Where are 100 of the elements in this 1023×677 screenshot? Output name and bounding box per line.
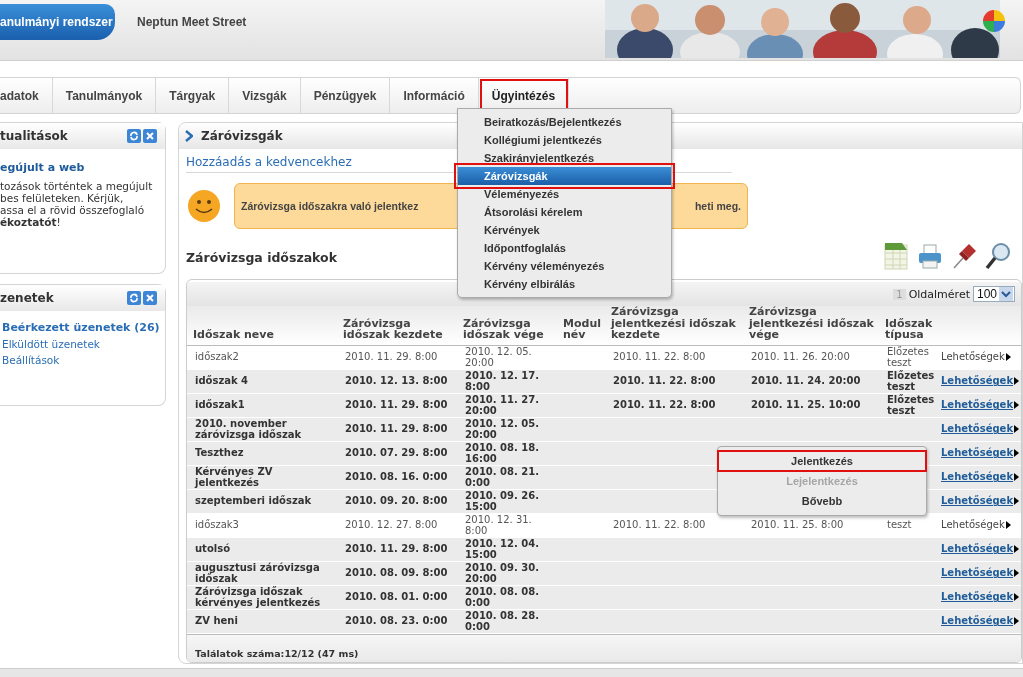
table-cell: 2010. 11. 29. 8:00: [345, 399, 448, 411]
search-icon[interactable]: [984, 241, 1012, 271]
menu-item[interactable]: Véleményezés: [458, 185, 671, 203]
news-text: ékoztatót!: [0, 216, 62, 228]
refresh-icon[interactable]: [127, 129, 141, 143]
close-icon[interactable]: [143, 129, 157, 143]
panel-title: tualitások: [0, 129, 68, 143]
message-link[interactable]: Elküldött üzenetek: [2, 338, 165, 350]
color-wheel-icon[interactable]: [982, 9, 1006, 33]
caret-icon: [1005, 353, 1011, 361]
caret-icon: [1014, 617, 1020, 625]
page-title: Záróvizsgák: [201, 129, 283, 144]
menu-item[interactable]: Kollégiumi jelentkezés: [458, 131, 671, 149]
nav-tab[interactable]: Tanulmányok: [52, 78, 157, 113]
table-cell: augusztusi záróvizsga időszak: [195, 561, 320, 584]
caret-icon: [1005, 521, 1011, 529]
caret-icon: [1014, 401, 1020, 409]
nav-tab[interactable]: Vizsgák: [229, 78, 301, 113]
spreadsheet-icon[interactable]: [882, 241, 910, 271]
table-cell: teszt: [887, 519, 912, 531]
table-cell: 2010. 11. 29. 8:00: [345, 351, 438, 363]
context-menu-item[interactable]: Bővebb: [718, 491, 926, 511]
caret-icon: [1014, 425, 1020, 433]
table-cell: 2010. 09. 20. 8:00: [345, 495, 448, 507]
context-menu-item[interactable]: Jelentkezés: [718, 451, 926, 471]
table-cell: 2010. 08. 28. 0:00: [465, 609, 540, 632]
table-cell: Záróvizsga időszak kérvényes jelentkezés: [195, 585, 321, 608]
result-count: Találatok száma:12/12 (47 ms): [195, 648, 359, 659]
table-cell: 2010. november záróvizsga időszak: [195, 417, 302, 440]
table-cell: 2010. 11. 29. 8:00: [345, 543, 448, 555]
column-header: Záróvizsga jelentkezési időszak vége: [743, 306, 879, 345]
smiley-icon: [186, 187, 222, 224]
table-cell: Előzetes teszt: [887, 369, 935, 392]
column-header: Záróvizsga időszak kezdete: [337, 306, 457, 345]
message-link[interactable]: Beérkezett üzenetek (26): [2, 321, 165, 334]
table-cell: időszak 4: [195, 375, 249, 387]
table-cell: 2010. 11. 29. 8:00: [345, 423, 448, 435]
table-cell: ZV heni: [195, 615, 238, 627]
table-cell: 2010. 08. 08. 0:00: [465, 585, 540, 608]
nav-tab[interactable]: Tárgyak: [156, 78, 230, 113]
menu-item[interactable]: Kérvények: [458, 221, 671, 239]
table-cell: 2010. 07. 29. 8:00: [345, 447, 448, 459]
news-headline[interactable]: egújult a web: [0, 161, 165, 174]
table-cell: 2010. 08. 18. 16:00: [465, 441, 540, 464]
site-name: Neptun Meet Street: [137, 15, 247, 29]
section-title: Záróvizsga időszakok: [186, 250, 337, 265]
table-cell: 2010. 12. 05. 20:00: [465, 417, 540, 440]
caret-icon: [1014, 497, 1020, 505]
table-cell: 2010. 11. 22. 8:00: [613, 399, 716, 411]
table-cell: 2010. 11. 27. 20:00: [465, 393, 540, 416]
refresh-icon[interactable]: [127, 291, 141, 305]
table-cell: 2010. 12. 13. 8:00: [345, 375, 448, 387]
column-header: Modul név: [557, 306, 605, 345]
menu-item[interactable]: Kérvény véleményezés: [458, 257, 671, 275]
notice-text: heti meg.: [694, 199, 741, 212]
table-cell: Előzetes teszt: [887, 393, 935, 416]
table-cell: 2010. 11. 25. 8:00: [751, 519, 844, 531]
menu-item[interactable]: Beiratkozás/Bejelentkezés: [458, 113, 671, 131]
table-cell: 2010. 12. 27. 8:00: [345, 519, 438, 531]
table-cell: 2010. 12. 05. 20:00: [465, 345, 532, 368]
table-cell: időszak2: [195, 351, 239, 363]
notice-text: Záróvizsga időszakra való jelentkez: [241, 199, 419, 212]
message-link[interactable]: Beállítások: [2, 354, 165, 366]
dropdown-icon: [999, 287, 1013, 301]
printer-icon[interactable]: [916, 241, 944, 271]
menu-item[interactable]: Kérvény elbirálás: [458, 275, 671, 293]
table-cell: 2010. 08. 01. 0:00: [345, 591, 448, 603]
table-cell: 2010. 11. 22. 8:00: [613, 351, 706, 363]
close-icon[interactable]: [143, 291, 157, 305]
chevron-icon: [185, 130, 193, 143]
column-header: Időszak típusa: [879, 306, 939, 345]
table-cell: 2010. 11. 22. 8:00: [613, 519, 706, 531]
page-size-label: Oldalméret: [908, 287, 970, 301]
favorite-link[interactable]: Hozzáadás a kedvencekhez: [186, 155, 352, 170]
nav-tab[interactable]: Ügyintézés: [478, 78, 570, 113]
table-cell: 2010. 09. 26. 15:00: [465, 489, 540, 512]
nav-tab[interactable]: adatok: [0, 78, 53, 113]
table-cell: időszak1: [195, 399, 245, 411]
table-cell: 2010. 08. 23. 0:00: [345, 615, 448, 627]
column-header: Záróvizsga jelentkezési időszak kezdete: [605, 306, 743, 345]
table-cell: 2010. 12. 04. 15:00: [465, 537, 540, 560]
table-cell: 2010. 11. 22. 8:00: [613, 375, 716, 387]
table-cell: 2010. 11. 26. 20:00: [751, 351, 850, 363]
table-cell: Teszthez: [195, 447, 244, 459]
nav-tab[interactable]: Pénzügyek: [300, 78, 391, 113]
caret-icon: [1014, 449, 1020, 457]
menu-item[interactable]: Időpontfoglalás: [458, 239, 671, 257]
table-cell: 2010. 11. 25. 10:00: [751, 399, 861, 411]
logo-tab[interactable]: anulmányi rendszer: [0, 4, 115, 40]
page-size-select[interactable]: 100: [972, 286, 1015, 302]
menu-item[interactable]: Átsorolási kérelem: [458, 203, 671, 221]
column-header: Időszak neve: [187, 306, 337, 345]
table-cell: Kérvényes ZV jelentkezés: [195, 465, 273, 488]
options-link[interactable]: Lehetőségek: [941, 519, 1011, 531]
table-cell: 2010. 11. 24. 20:00: [751, 375, 861, 387]
menu-item[interactable]: Szakirányjelentkezés: [458, 149, 671, 167]
options-link[interactable]: Lehetőségek: [941, 351, 1011, 363]
caret-icon: [1014, 473, 1020, 481]
pushpin-icon[interactable]: [950, 241, 978, 271]
caret-icon: [1014, 377, 1020, 385]
